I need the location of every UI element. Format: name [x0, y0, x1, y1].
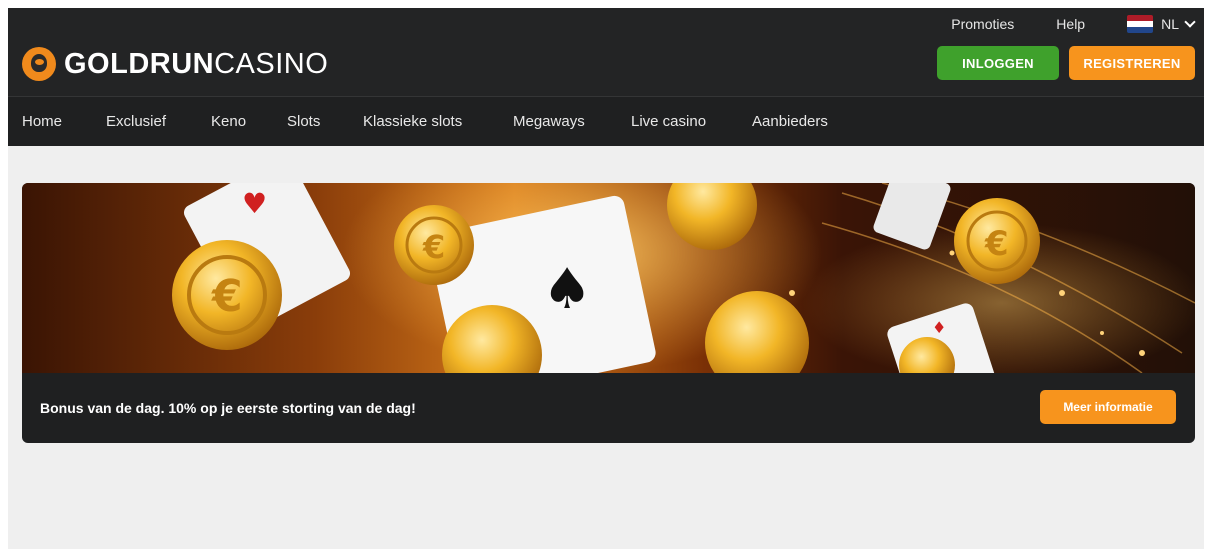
- promo-text: Bonus van de dag. 10% op je eerste stort…: [40, 400, 416, 416]
- language-selector[interactable]: NL: [1127, 15, 1196, 33]
- nav-item-aanbieders[interactable]: Aanbieders: [752, 113, 828, 130]
- logo-text-bold: GOLDRUN: [64, 47, 215, 80]
- svg-text:€: €: [211, 271, 243, 322]
- nav-item-klassieke-slots[interactable]: Klassieke slots: [363, 113, 462, 130]
- logo-text-light: CASINO: [214, 47, 329, 80]
- goldrun-logo-icon: [22, 47, 56, 81]
- register-button[interactable]: REGISTREREN: [1069, 46, 1195, 80]
- nav-item-megaways[interactable]: Megaways: [513, 113, 585, 130]
- promo-card: ♥ ♠ ♦ € € € Bonus van de dag. 10% op je …: [22, 183, 1195, 443]
- svg-text:€: €: [422, 228, 445, 266]
- page: GOLDRUNCASINO Promoties Help NL INLOGGEN…: [8, 8, 1204, 549]
- logo-text: GOLDRUNCASINO: [64, 47, 329, 80]
- banner-illustration: ♥ ♠ ♦ € € €: [172, 183, 1195, 373]
- nav-item-live-casino[interactable]: Live casino: [631, 113, 706, 130]
- svg-text:♥: ♥: [242, 187, 267, 220]
- login-button[interactable]: INLOGGEN: [937, 46, 1059, 80]
- more-info-button[interactable]: Meer informatie: [1040, 390, 1176, 424]
- nav-item-slots[interactable]: Slots: [287, 113, 320, 130]
- site-header: GOLDRUNCASINO Promoties Help NL INLOGGEN…: [8, 8, 1204, 96]
- svg-text:♦: ♦: [932, 318, 946, 337]
- svg-text:€: €: [984, 224, 1009, 264]
- help-link[interactable]: Help: [1056, 16, 1085, 32]
- top-links: Promoties Help NL: [951, 12, 1204, 36]
- logo[interactable]: GOLDRUNCASINO: [22, 44, 328, 84]
- promotions-link[interactable]: Promoties: [951, 16, 1014, 32]
- promo-banner-image[interactable]: ♥ ♠ ♦ € € €: [22, 183, 1195, 373]
- svg-text:♠: ♠: [542, 257, 592, 322]
- nav-item-keno[interactable]: Keno: [211, 113, 246, 130]
- nav-item-exclusief[interactable]: Exclusief: [106, 113, 166, 130]
- language-label: NL: [1161, 16, 1179, 32]
- nav-item-home[interactable]: Home: [22, 113, 62, 130]
- main-nav: Home Exclusief Keno Slots Klassieke slot…: [8, 96, 1204, 146]
- nl-flag-icon: [1127, 15, 1154, 33]
- chevron-down-icon: [1184, 16, 1196, 28]
